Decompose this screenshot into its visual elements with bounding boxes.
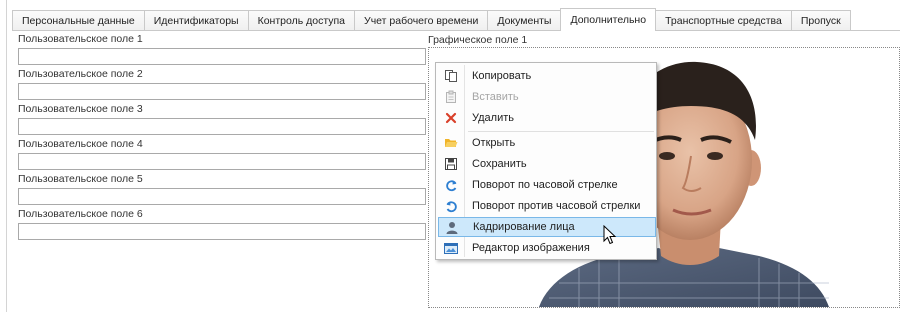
menu-item-open-label: Открыть [472,137,516,149]
tab-divider [12,30,900,31]
employee-card-window: Персональные данные Идентификаторы Контр… [0,0,900,312]
face-crop-icon [439,217,465,237]
menu-item-paste: Вставить [438,87,656,107]
custom-field-5-label: Пользовательское поле 5 [18,173,143,185]
custom-field-6-input[interactable] [18,223,426,240]
custom-field-4-input[interactable] [18,153,426,170]
open-folder-icon [438,133,464,153]
tab-bar: Персональные данные Идентификаторы Контр… [12,8,851,31]
tab-vehicles[interactable]: Транспортные средства [655,10,792,31]
tab-pass[interactable]: Пропуск [790,10,851,31]
paste-icon [438,87,464,107]
custom-field-2-label: Пользовательское поле 2 [18,68,143,80]
menu-item-face-crop[interactable]: Кадрирование лица [438,217,656,237]
menu-item-rotate-clockwise-label: Поворот по часовой стрелке [472,179,618,191]
custom-field-4-label: Пользовательское поле 4 [18,138,143,150]
menu-item-open[interactable]: Открыть [438,133,656,153]
menu-item-face-crop-label: Кадрирование лица [473,221,575,233]
context-menu: Копировать Вставить Удалить Открыть Сохр… [435,62,657,260]
image-editor-icon [438,238,464,258]
mouse-pointer-icon [603,225,617,245]
save-icon [438,154,464,174]
rotate-counterclockwise-icon [438,196,464,216]
menu-item-copy[interactable]: Копировать [438,66,656,86]
menu-item-delete[interactable]: Удалить [438,108,656,128]
menu-item-rotate-counterclockwise-label: Поворот против часовой стрелки [472,200,641,212]
tab-identifiers[interactable]: Идентификаторы [143,10,249,31]
menu-item-rotate-clockwise[interactable]: Поворот по часовой стрелке [438,175,656,195]
menu-item-save[interactable]: Сохранить [438,154,656,174]
tab-access-control[interactable]: Контроль доступа [247,10,356,31]
delete-icon [438,108,464,128]
tab-documents[interactable]: Документы [487,10,562,31]
tab-additional[interactable]: Дополнительно [560,8,657,31]
menu-item-image-editor[interactable]: Редактор изображения [438,238,656,258]
photo-field-label: Графическое поле 1 [428,34,528,46]
menu-item-paste-label: Вставить [472,91,519,103]
custom-field-1-label: Пользовательское поле 1 [18,33,143,45]
menu-item-rotate-counterclockwise[interactable]: Поворот против часовой стрелки [438,196,656,216]
menu-item-save-label: Сохранить [472,158,527,170]
custom-field-1-input[interactable] [18,48,426,65]
tab-time-tracking[interactable]: Учет рабочего времени [354,10,489,31]
custom-field-3-input[interactable] [18,118,426,135]
window-border [6,0,7,312]
custom-field-5-input[interactable] [18,188,426,205]
rotate-clockwise-icon [438,175,464,195]
custom-fields-panel: Пользовательское поле 1 Пользовательское… [18,33,426,243]
menu-item-delete-label: Удалить [472,112,514,124]
menu-separator [468,131,654,132]
tab-personal-data[interactable]: Персональные данные [12,10,145,31]
menu-item-image-editor-label: Редактор изображения [472,242,590,254]
copy-icon [438,66,464,86]
custom-field-3-label: Пользовательское поле 3 [18,103,143,115]
menu-item-copy-label: Копировать [472,70,532,82]
custom-field-2-input[interactable] [18,83,426,100]
custom-field-6-label: Пользовательское поле 6 [18,208,143,220]
